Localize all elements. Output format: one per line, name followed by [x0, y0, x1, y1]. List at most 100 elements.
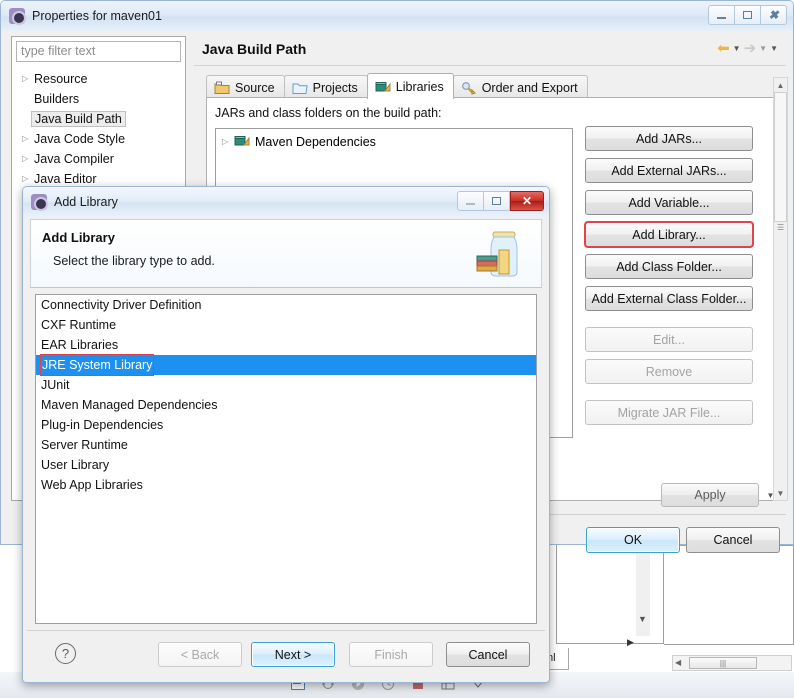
edit-button[interactable]: Edit...: [585, 327, 753, 352]
cancel-button[interactable]: Cancel: [686, 527, 780, 553]
sidebar-item-java-build-path[interactable]: Java Build Path: [12, 109, 185, 129]
filter-input[interactable]: type filter text: [16, 41, 181, 62]
libraries-icon: [375, 80, 391, 94]
list-item[interactable]: EAR Libraries: [36, 335, 536, 355]
sidebar-item-java-compiler[interactable]: ▷ Java Compiler: [12, 149, 185, 169]
tree-item-label: Java Editor: [34, 172, 97, 186]
dialog-titlebar[interactable]: Add Library ✕: [23, 187, 549, 217]
list-item[interactable]: CXF Runtime: [36, 315, 536, 335]
list-item-selected[interactable]: JRE System Library: [36, 354, 536, 376]
tree-item-label: Builders: [34, 92, 80, 106]
order-export-icon: [461, 81, 477, 95]
list-item[interactable]: User Library: [36, 455, 536, 475]
maximize-icon[interactable]: [734, 5, 761, 25]
page-title: Java Build Path: [202, 41, 307, 57]
content-scrollbar[interactable]: ▲ ☰ ▼: [773, 77, 788, 501]
background-scroll-caret-icon: ▼: [638, 614, 647, 624]
back-dropdown-icon[interactable]: ▼: [733, 44, 741, 53]
eclipse-icon: [9, 8, 26, 25]
finish-button[interactable]: Finish: [349, 642, 433, 667]
migrate-jar-file-button[interactable]: Migrate JAR File...: [585, 400, 753, 425]
back-button[interactable]: < Back: [158, 642, 242, 667]
scrollbar-grip-icon[interactable]: ☰: [777, 223, 784, 232]
tab-libraries[interactable]: Libraries: [366, 73, 454, 99]
jar-with-books-icon: [471, 226, 527, 284]
apply-dropdown-icon[interactable]: ▼: [763, 483, 778, 507]
add-library-dialog: Add Library ✕ Add Library Select the lib…: [22, 186, 550, 683]
cancel-button[interactable]: Cancel: [446, 642, 530, 667]
remove-button[interactable]: Remove: [585, 359, 753, 384]
tree-row-maven-dependencies[interactable]: ▷ Maven Dependencies: [216, 132, 572, 152]
build-path-tabs: Source Projects Libraries Order and Expo…: [206, 73, 588, 99]
list-item[interactable]: Server Runtime: [36, 435, 536, 455]
back-arrow-icon[interactable]: ⬅: [717, 41, 730, 56]
dialog-window-controls: ✕: [457, 191, 544, 211]
settings-tree: ▷ Resource Builders Java Build Path ▷ Ja…: [12, 69, 185, 189]
scroll-left-icon[interactable]: ◀: [675, 658, 681, 667]
background-hsplit-caret-icon: ▶: [627, 637, 634, 647]
ok-button[interactable]: OK: [586, 527, 680, 553]
chevron-right-icon[interactable]: ▷: [22, 155, 34, 163]
list-item[interactable]: JUnit: [36, 375, 536, 395]
chevron-right-icon[interactable]: ▷: [222, 138, 234, 146]
eclipse-icon: [31, 194, 48, 211]
minimize-icon[interactable]: [708, 5, 735, 25]
background-horizontal-scrollbar[interactable]: ◀ |||: [672, 655, 792, 671]
dialog-header: Add Library Select the library type to a…: [30, 219, 542, 288]
scrollbar-thumb[interactable]: |||: [689, 657, 757, 669]
tab-label: Source: [235, 80, 275, 95]
maximize-icon[interactable]: [483, 191, 510, 211]
jars-label: JARs and class folders on the build path…: [215, 106, 442, 120]
add-external-jars-button[interactable]: Add External JARs...: [585, 158, 753, 183]
dialog-footer: ? < Back Next > Finish Cancel: [27, 630, 545, 678]
view-menu-icon[interactable]: ▼: [770, 44, 778, 53]
library-icon: [234, 134, 250, 151]
window-title: Properties for maven01: [32, 9, 162, 23]
add-jars-button[interactable]: Add JARs...: [585, 126, 753, 151]
dialog-heading: Add Library: [42, 230, 115, 245]
sidebar-item-java-code-style[interactable]: ▷ Java Code Style: [12, 129, 185, 149]
tab-projects[interactable]: Projects: [283, 75, 368, 99]
scrollbar-thumb[interactable]: [774, 92, 787, 222]
list-item[interactable]: Connectivity Driver Definition: [36, 295, 536, 315]
tree-item-label: Java Build Path: [31, 111, 126, 127]
forward-dropdown-icon[interactable]: ▼: [759, 44, 767, 53]
tab-label: Libraries: [395, 79, 444, 94]
projects-folder-icon: [292, 81, 308, 95]
list-item[interactable]: Plug-in Dependencies: [36, 415, 536, 435]
close-icon[interactable]: ✖: [760, 5, 787, 25]
properties-titlebar[interactable]: Properties for maven01 ✖: [1, 1, 793, 31]
tab-label: Order and Export: [481, 80, 578, 95]
close-icon[interactable]: ✕: [510, 191, 544, 211]
tree-item-label: Resource: [34, 72, 88, 86]
tab-label: Projects: [312, 80, 358, 95]
tab-source[interactable]: Source: [206, 75, 285, 99]
sidebar-item-resource[interactable]: ▷ Resource: [12, 69, 185, 89]
chevron-right-icon[interactable]: ▷: [22, 75, 34, 83]
add-library-button[interactable]: Add Library...: [584, 221, 754, 248]
scroll-up-icon[interactable]: ▲: [774, 78, 787, 92]
source-folder-icon: [214, 81, 230, 95]
chevron-right-icon[interactable]: ▷: [22, 135, 34, 143]
tree-item-label: Java Code Style: [34, 132, 126, 146]
chevron-right-icon[interactable]: ▷: [22, 175, 34, 183]
list-item[interactable]: Maven Managed Dependencies: [36, 395, 536, 415]
dialog-title: Add Library: [54, 195, 118, 209]
minimize-icon[interactable]: [457, 191, 484, 211]
sidebar-item-builders[interactable]: Builders: [12, 89, 185, 109]
forward-arrow-icon[interactable]: ➔: [744, 41, 757, 56]
list-item[interactable]: Web App Libraries: [36, 475, 536, 495]
background-editor-panel-2: [664, 545, 794, 645]
apply-button[interactable]: Apply: [661, 483, 759, 507]
help-icon[interactable]: ?: [55, 643, 76, 664]
add-class-folder-button[interactable]: Add Class Folder...: [585, 254, 753, 279]
tree-item-label: Java Compiler: [34, 152, 114, 166]
add-variable-button[interactable]: Add Variable...: [585, 190, 753, 215]
tree-row-label: Maven Dependencies: [255, 135, 376, 149]
add-external-class-folder-button[interactable]: Add External Class Folder...: [585, 286, 753, 311]
next-button[interactable]: Next >: [251, 642, 335, 667]
library-type-list[interactable]: Connectivity Driver Definition CXF Runti…: [35, 294, 537, 624]
tab-order-and-export[interactable]: Order and Export: [452, 75, 588, 99]
